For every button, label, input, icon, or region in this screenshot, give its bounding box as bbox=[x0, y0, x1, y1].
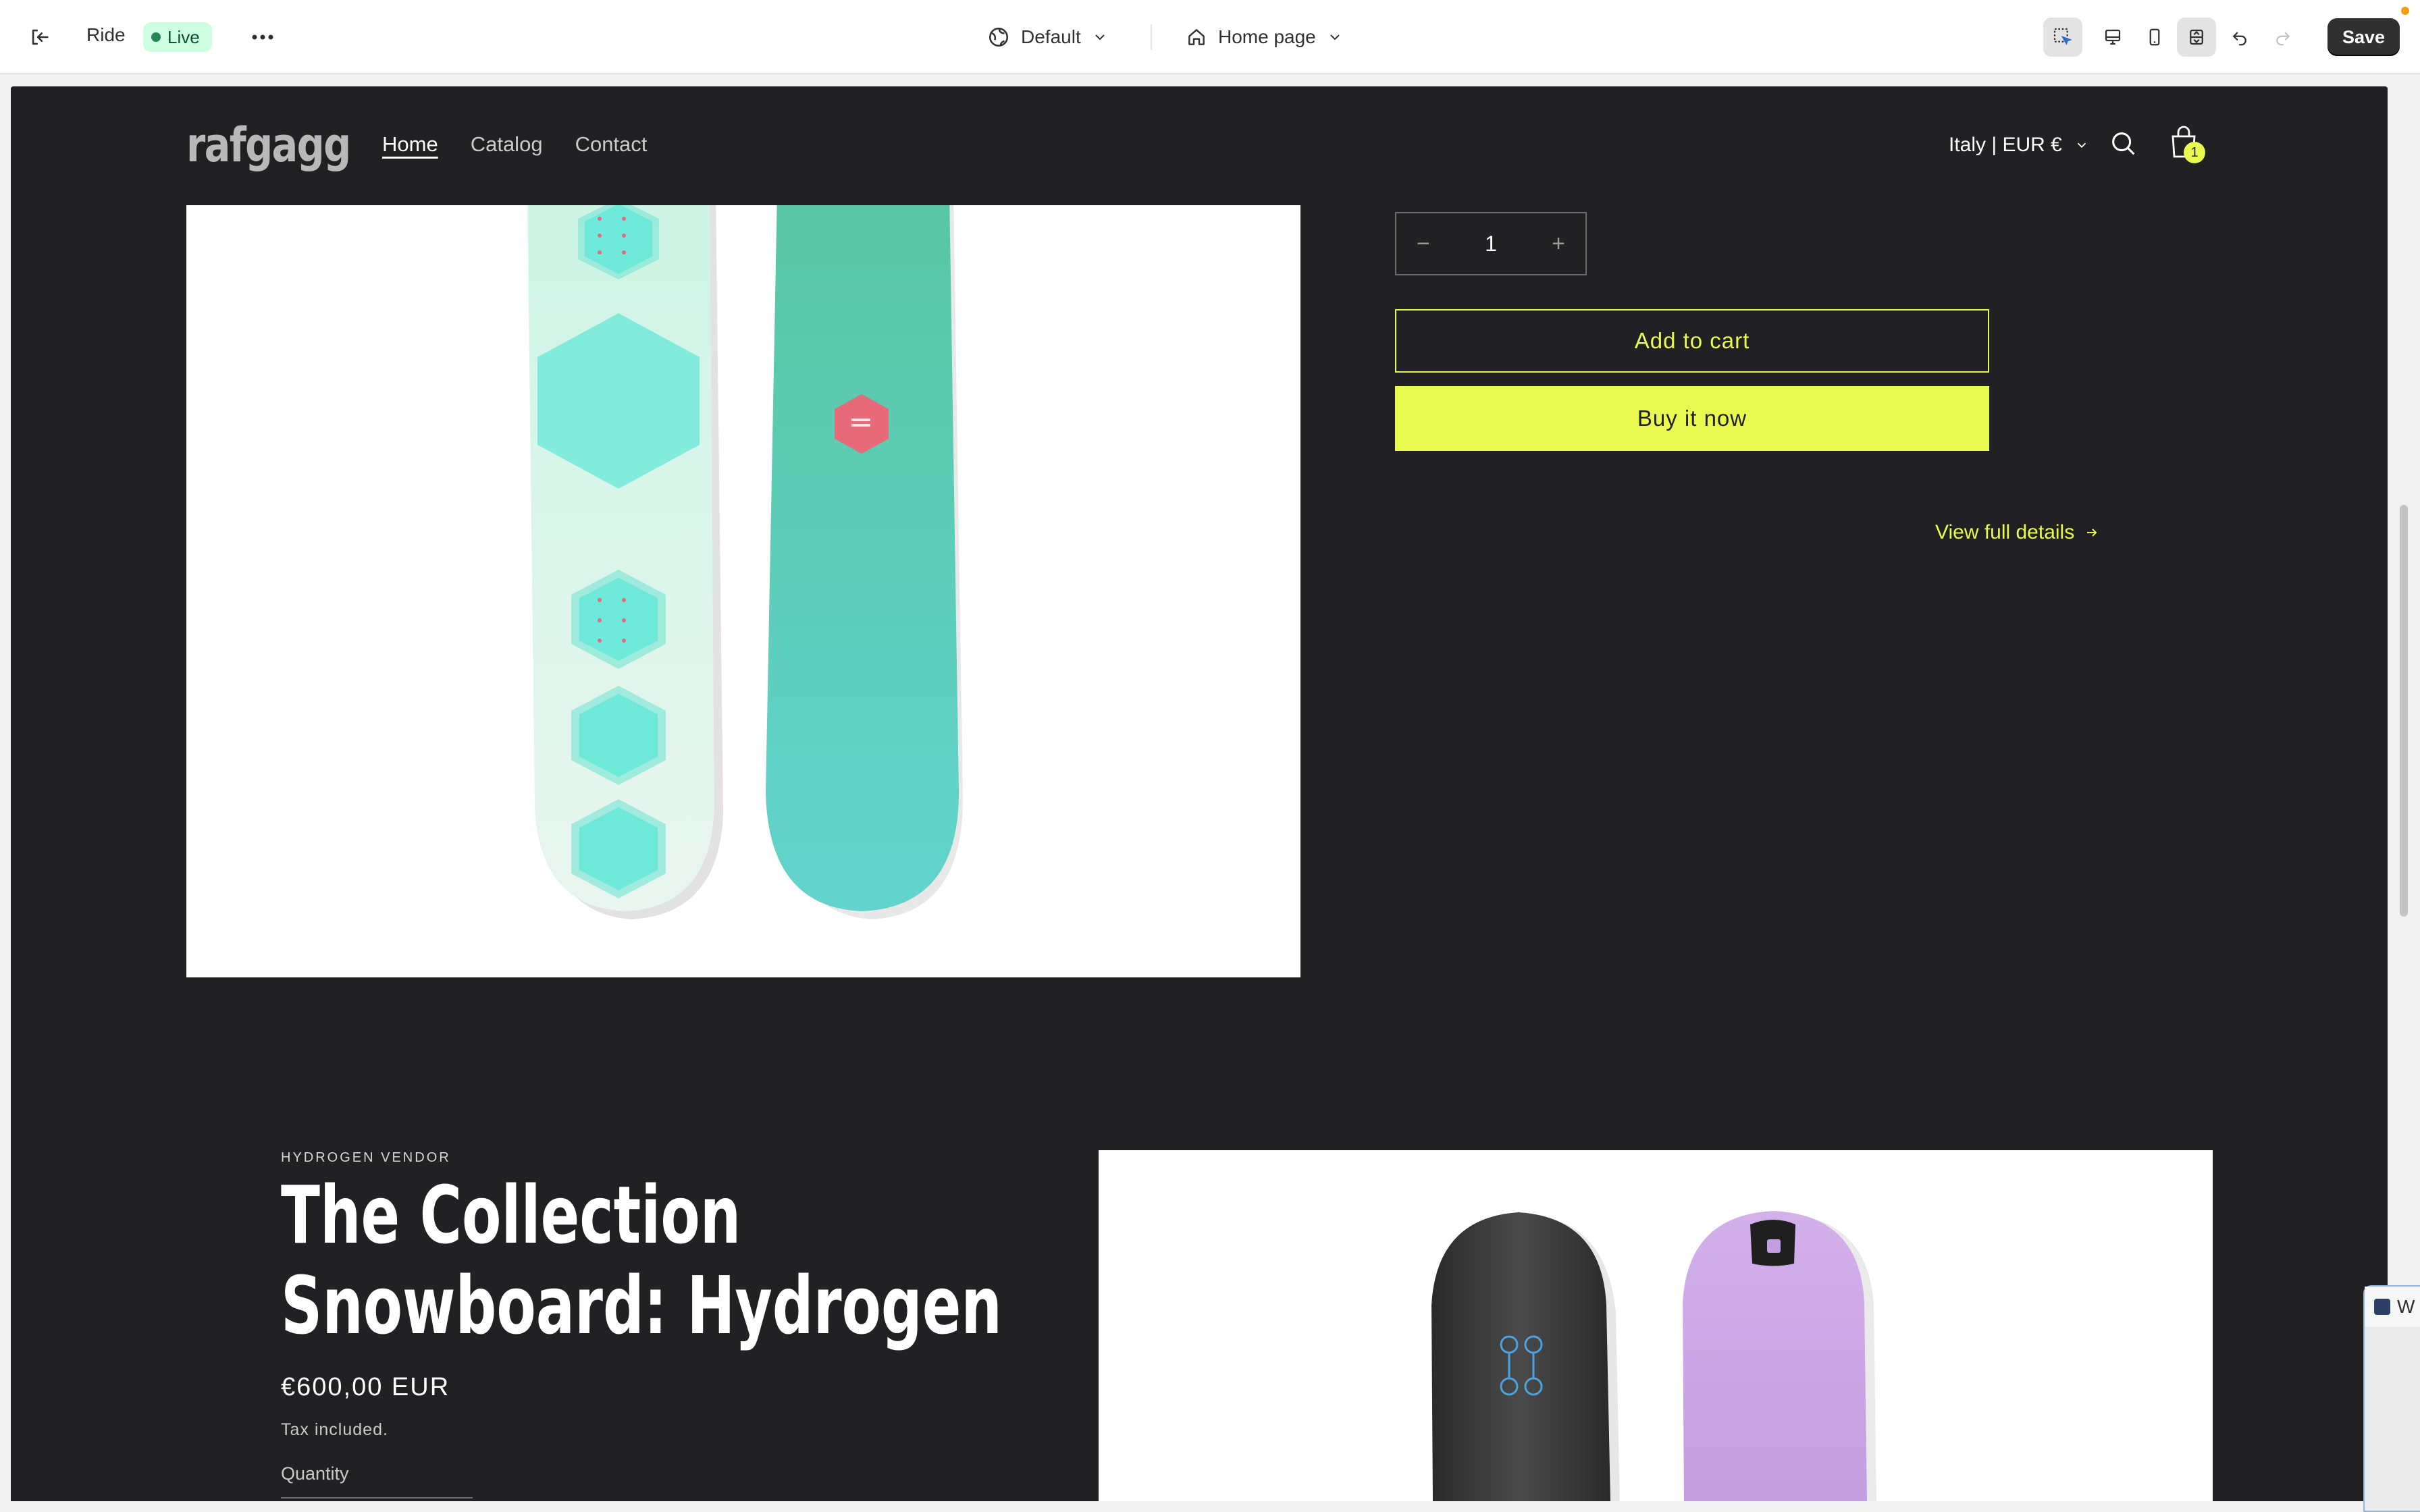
quantity-stepper[interactable]: − 1 + bbox=[1395, 212, 1587, 275]
shopify-bag-icon bbox=[1767, 1239, 1781, 1253]
product-title-line: Snowboard: Hydrogen bbox=[281, 1259, 1002, 1352]
undo-button[interactable] bbox=[2223, 20, 2257, 54]
notification-dot bbox=[2401, 7, 2409, 15]
add-to-cart-button[interactable]: Add to cart bbox=[1395, 309, 1989, 373]
snowboard-pair-illustration bbox=[1431, 1211, 1876, 1501]
page-selector[interactable]: Home page bbox=[1186, 20, 1343, 54]
chevron-down-icon bbox=[2077, 142, 2086, 148]
theme-label: Default bbox=[1021, 26, 1081, 47]
inspector-toggle-button[interactable] bbox=[2043, 18, 2082, 57]
redo-icon bbox=[2276, 32, 2290, 46]
view-full-details-label: View full details bbox=[1935, 521, 2075, 543]
store-nav: Home Catalog Contact bbox=[382, 132, 647, 157]
exit-icon bbox=[32, 29, 49, 45]
product-vendor: HYDROGEN VENDOR bbox=[281, 1150, 451, 1165]
fullwidth-icon bbox=[2190, 29, 2203, 45]
country-currency-label: Italy | EUR € bbox=[1949, 134, 2062, 156]
save-button[interactable]: Save bbox=[2327, 18, 2400, 56]
search-button[interactable] bbox=[2108, 128, 2139, 163]
mobile-icon bbox=[2149, 28, 2160, 46]
store-logo[interactable]: rafgagg bbox=[186, 117, 351, 173]
globe-icon bbox=[989, 27, 1009, 47]
view-full-details-link[interactable]: View full details bbox=[1935, 521, 2100, 544]
floating-window-header[interactable]: W bbox=[2365, 1287, 2420, 1327]
chevron-down-icon bbox=[1095, 34, 1105, 40]
product-image-ride-snowboard[interactable] bbox=[186, 205, 1300, 977]
home-icon bbox=[1188, 29, 1205, 45]
desktop-icon bbox=[2105, 29, 2121, 45]
product-image-hydrogen-snowboard[interactable] bbox=[1099, 1150, 2213, 1501]
quantity-increase-button[interactable]: + bbox=[1552, 231, 1565, 257]
product-title-line: The Collection bbox=[281, 1168, 741, 1262]
quantity-decrease-button[interactable]: − bbox=[1417, 231, 1430, 257]
nav-link-catalog[interactable]: Catalog bbox=[471, 132, 543, 157]
redo-button[interactable] bbox=[2266, 20, 2300, 54]
store-name[interactable]: Ride bbox=[86, 24, 126, 46]
buy-now-button[interactable]: Buy it now bbox=[1395, 386, 1989, 451]
snowboard-pair-illustration bbox=[527, 205, 963, 919]
arrow-right-icon bbox=[2087, 529, 2097, 537]
more-actions-button[interactable] bbox=[246, 20, 280, 54]
desktop-view-button[interactable] bbox=[2093, 18, 2132, 57]
inspector-tool-group bbox=[2043, 18, 2082, 57]
page-label: Home page bbox=[1218, 26, 1316, 47]
live-dot-icon bbox=[151, 32, 161, 42]
country-currency-selector[interactable]: Italy | EUR € bbox=[1949, 134, 2089, 157]
quantity-value[interactable]: 1 bbox=[1485, 232, 1497, 256]
quantity-stepper[interactable] bbox=[281, 1497, 473, 1501]
nav-link-home[interactable]: Home bbox=[382, 132, 438, 157]
live-status-badge: Live bbox=[143, 22, 212, 52]
select-cursor-icon bbox=[2053, 28, 2072, 45]
mobile-view-button[interactable] bbox=[2135, 18, 2174, 57]
scrollbar-thumb[interactable] bbox=[2400, 505, 2408, 917]
floating-app-window[interactable]: W bbox=[2363, 1285, 2420, 1512]
product-price: €600,00 EUR bbox=[281, 1373, 450, 1401]
product-title: The Collection Snowboard: Hydrogen bbox=[281, 1170, 1059, 1351]
nav-link-contact[interactable]: Contact bbox=[575, 132, 648, 157]
more-horizontal-icon bbox=[252, 34, 273, 40]
tax-note: Tax included. bbox=[281, 1420, 388, 1439]
fullscreen-view-button[interactable] bbox=[2177, 18, 2216, 57]
exit-button[interactable] bbox=[23, 20, 57, 54]
live-label: Live bbox=[167, 26, 200, 47]
editor-topbar: Ride Live Default Home page Save bbox=[0, 0, 2420, 74]
undo-icon bbox=[2232, 32, 2246, 46]
quantity-label: Quantity bbox=[281, 1463, 349, 1484]
store-header: rafgagg Home Catalog Contact Italy | EUR… bbox=[11, 86, 2388, 205]
theme-selector[interactable]: Default bbox=[987, 20, 1108, 54]
viewport-tool-group bbox=[2093, 18, 2216, 57]
cart-count-badge: 1 bbox=[2184, 142, 2205, 163]
topbar-divider bbox=[1151, 24, 1152, 50]
floating-window-title: W bbox=[2397, 1296, 2415, 1317]
chevron-down-icon bbox=[1330, 34, 1340, 40]
search-icon bbox=[2112, 132, 2135, 155]
theme-preview-canvas: rafgagg Home Catalog Contact Italy | EUR… bbox=[11, 86, 2388, 1501]
app-icon bbox=[2374, 1299, 2390, 1315]
